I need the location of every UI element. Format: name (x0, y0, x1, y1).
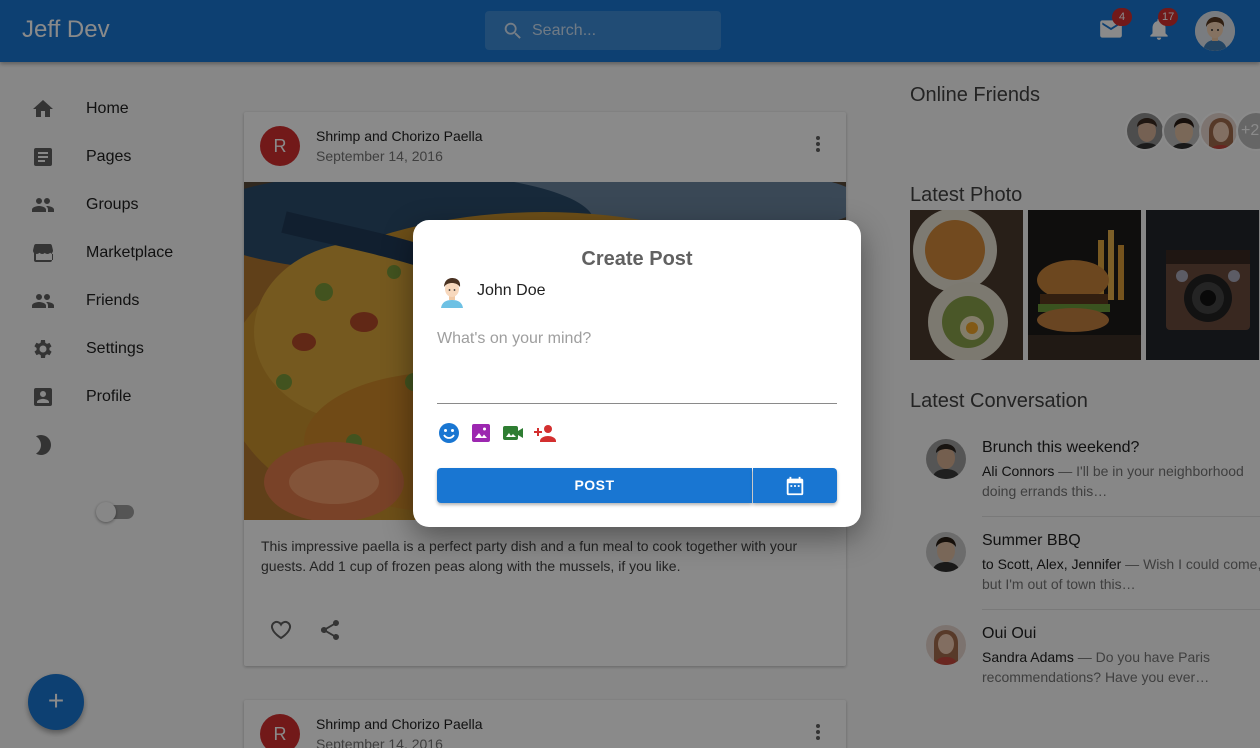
user-avatar-icon (441, 278, 463, 308)
post-text-input[interactable] (437, 330, 837, 404)
image-icon[interactable] (469, 421, 493, 445)
create-post-dialog: Create Post John Doe POST (413, 220, 861, 527)
video-icon[interactable] (501, 421, 525, 445)
dialog-user-name: John Doe (477, 282, 546, 299)
dialog-title: Create Post (581, 248, 693, 270)
post-button[interactable]: POST (437, 468, 752, 503)
emoji-icon[interactable] (437, 421, 461, 445)
schedule-button[interactable] (753, 468, 837, 503)
tag-person-icon[interactable] (533, 421, 557, 445)
calendar-icon (786, 476, 804, 496)
